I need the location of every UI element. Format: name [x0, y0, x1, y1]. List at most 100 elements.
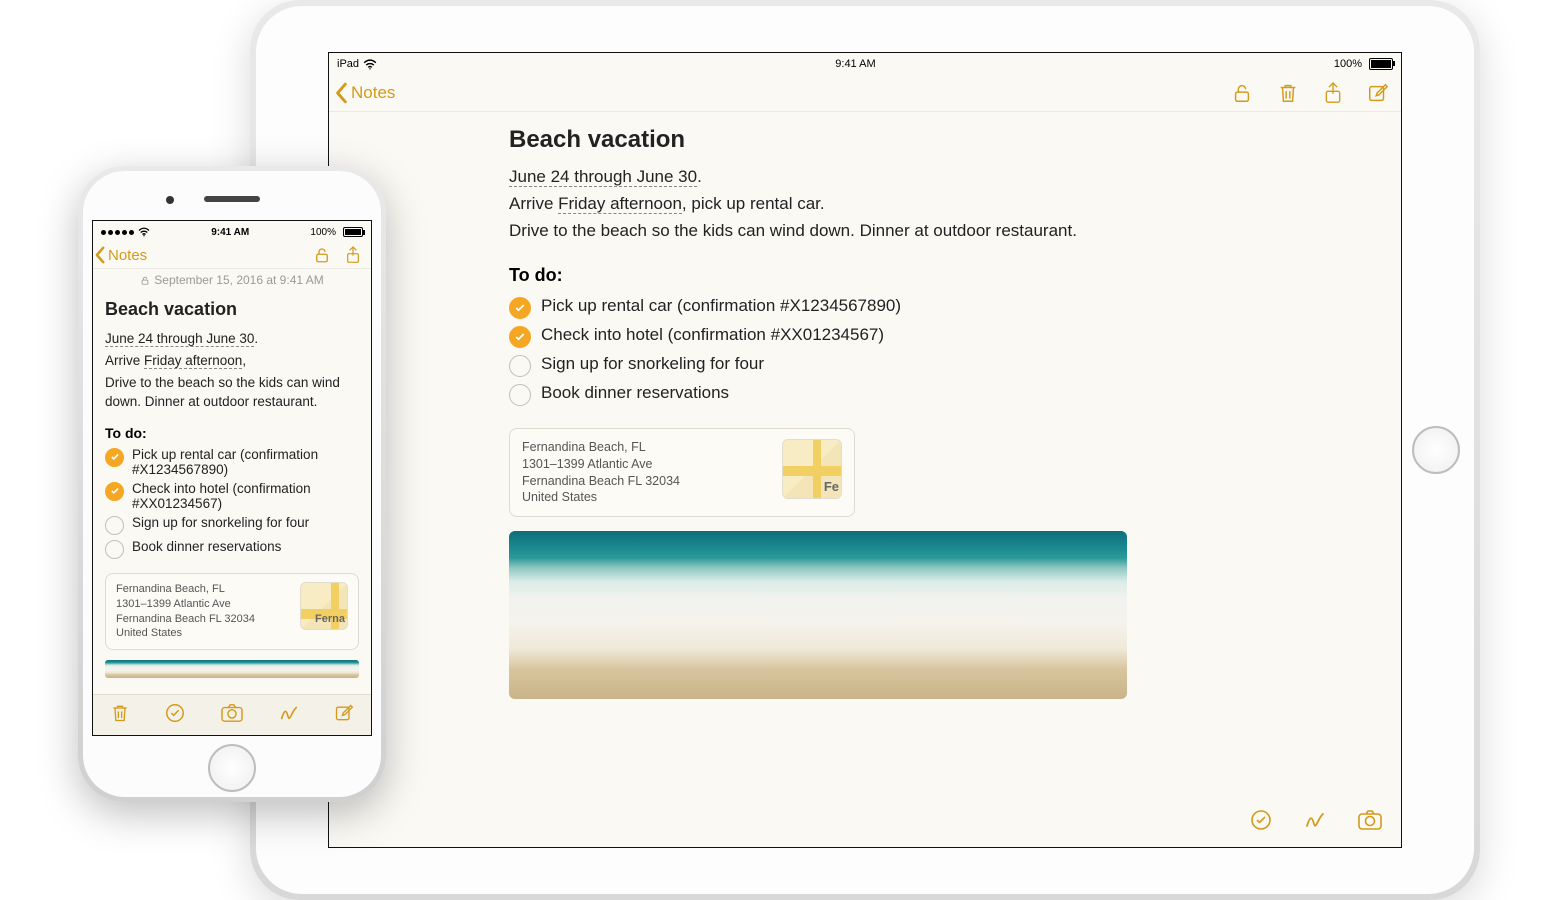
checklist: Pick up rental car (confirmation #X12345… — [509, 296, 1381, 406]
todo-text: Check into hotel (confirmation #XX012345… — [132, 481, 359, 511]
iphone-note-body: Beach vacation June 24 through June 30. … — [93, 289, 371, 678]
note-title: Beach vacation — [509, 126, 1381, 154]
todo-item[interactable]: Pick up rental car (confirmation #X12345… — [509, 296, 1381, 319]
checkbox-empty-icon[interactable] — [105, 516, 124, 535]
location-card[interactable]: Fernandina Beach, FL 1301–1399 Atlantic … — [105, 573, 359, 650]
share-button[interactable] — [345, 245, 361, 265]
todo-text: Pick up rental car (confirmation #X12345… — [541, 296, 901, 316]
lock-small-icon — [140, 275, 150, 286]
sketch-button[interactable] — [1303, 808, 1327, 837]
ipad-toolbar — [1249, 808, 1383, 837]
camera-button[interactable] — [220, 703, 244, 728]
todo-item[interactable]: Book dinner reservations — [105, 539, 359, 559]
camera-icon — [220, 703, 244, 723]
iphone-speaker-icon — [204, 196, 260, 202]
location-card[interactable]: Fernandina Beach, FL 1301–1399 Atlantic … — [509, 428, 855, 518]
camera-button[interactable] — [1357, 809, 1383, 836]
status-time: 9:41 AM — [211, 227, 249, 238]
sketch-button[interactable] — [278, 702, 300, 729]
ipad-device: iPad 9:41 AM 100% Notes — [250, 0, 1480, 900]
iphone-screen: 9:41 AM 100% Notes September 15 — [92, 220, 372, 736]
checkbox-checked-icon[interactable] — [105, 448, 124, 467]
checklist-icon — [1249, 808, 1273, 832]
back-button[interactable]: Notes — [335, 82, 395, 104]
lock-button[interactable] — [313, 246, 331, 264]
ipad-home-button[interactable] — [1412, 426, 1460, 474]
checkbox-empty-icon[interactable] — [105, 540, 124, 559]
ipad-screen: iPad 9:41 AM 100% Notes — [328, 52, 1402, 848]
checklist-icon — [164, 702, 186, 724]
compose-icon — [334, 703, 354, 723]
todo-text: Sign up for snorkeling for four — [132, 515, 309, 530]
todo-heading: To do: — [509, 265, 1381, 286]
signal-icon — [101, 230, 134, 235]
checklist-button[interactable] — [164, 702, 186, 729]
todo-item[interactable]: Book dinner reservations — [509, 383, 1381, 406]
note-line-dates: June 24 through June 30. — [509, 166, 1381, 189]
trash-icon — [1277, 81, 1299, 105]
todo-item[interactable]: Sign up for snorkeling for four — [105, 515, 359, 535]
location-address: Fernandina Beach, FL 1301–1399 Atlantic … — [116, 582, 255, 641]
sketch-icon — [278, 702, 300, 724]
back-label: Notes — [108, 247, 147, 264]
checklist-button[interactable] — [1249, 808, 1273, 837]
arrive-time-link[interactable]: Friday afternoon — [558, 194, 682, 214]
battery-icon — [343, 227, 363, 237]
lock-button[interactable] — [1231, 82, 1253, 104]
unlock-icon — [1231, 82, 1253, 104]
note-timestamp: September 15, 2016 at 9:41 AM — [93, 269, 371, 289]
location-address: Fernandina Beach, FL 1301–1399 Atlantic … — [522, 439, 680, 507]
note-line-arrive: Arrive Friday afternoon, — [105, 352, 359, 370]
sketch-icon — [1303, 808, 1327, 832]
compose-icon — [1367, 82, 1389, 104]
checkbox-checked-icon[interactable] — [105, 482, 124, 501]
back-label: Notes — [351, 83, 395, 103]
share-button[interactable] — [1323, 81, 1343, 105]
wifi-icon — [363, 59, 377, 70]
beach-photo[interactable] — [509, 531, 1127, 699]
checkbox-checked-icon[interactable] — [509, 297, 531, 319]
iphone-camera-icon — [166, 196, 174, 204]
todo-item[interactable]: Sign up for snorkeling for four — [509, 354, 1381, 377]
delete-button[interactable] — [110, 702, 130, 729]
map-thumbnail-icon: Fe — [782, 439, 842, 499]
todo-text: Book dinner reservations — [541, 383, 729, 403]
todo-text: Pick up rental car (confirmation #X12345… — [132, 447, 359, 477]
checkbox-checked-icon[interactable] — [509, 326, 531, 348]
todo-text: Check into hotel (confirmation #XX012345… — [541, 325, 884, 345]
checkbox-empty-icon[interactable] — [509, 384, 531, 406]
todo-item[interactable]: Check into hotel (confirmation #XX012345… — [509, 325, 1381, 348]
chevron-left-icon — [335, 82, 349, 104]
unlock-icon — [313, 246, 331, 264]
wifi-icon — [138, 227, 150, 237]
beach-photo[interactable] — [105, 660, 359, 678]
checklist: Pick up rental car (confirmation #X12345… — [105, 447, 359, 559]
battery-percent: 100% — [1334, 58, 1362, 70]
ipad-nav-bar: Notes — [329, 73, 1401, 112]
trash-icon — [110, 702, 130, 724]
todo-heading: To do: — [105, 425, 359, 441]
iphone-toolbar — [93, 694, 371, 735]
battery-icon — [1369, 58, 1393, 70]
camera-icon — [1357, 809, 1383, 831]
note-line-dates: June 24 through June 30. — [105, 330, 359, 348]
compose-button[interactable] — [334, 703, 354, 728]
iphone-device: 9:41 AM 100% Notes September 15 — [78, 166, 386, 802]
date-range-link[interactable]: June 24 through June 30 — [509, 167, 697, 187]
back-button[interactable]: Notes — [95, 246, 147, 264]
compose-button[interactable] — [1367, 82, 1389, 104]
ipad-status-bar: iPad 9:41 AM 100% — [329, 53, 1401, 73]
ipad-note-body: Beach vacation June 24 through June 30. … — [329, 112, 1401, 699]
date-range-link[interactable]: June 24 through June 30 — [105, 331, 254, 347]
map-thumbnail-icon: Ferna — [300, 582, 348, 630]
arrive-time-link[interactable]: Friday afternoon — [144, 353, 242, 369]
note-title: Beach vacation — [105, 299, 359, 320]
checkbox-empty-icon[interactable] — [509, 355, 531, 377]
todo-item[interactable]: Check into hotel (confirmation #XX012345… — [105, 481, 359, 511]
iphone-nav-bar: Notes — [93, 241, 371, 269]
todo-item[interactable]: Pick up rental car (confirmation #X12345… — [105, 447, 359, 477]
delete-button[interactable] — [1277, 81, 1299, 105]
iphone-home-button[interactable] — [208, 744, 256, 792]
todo-text: Book dinner reservations — [132, 539, 281, 554]
note-line-arrive: Arrive Friday afternoon, pick up rental … — [509, 193, 1381, 216]
